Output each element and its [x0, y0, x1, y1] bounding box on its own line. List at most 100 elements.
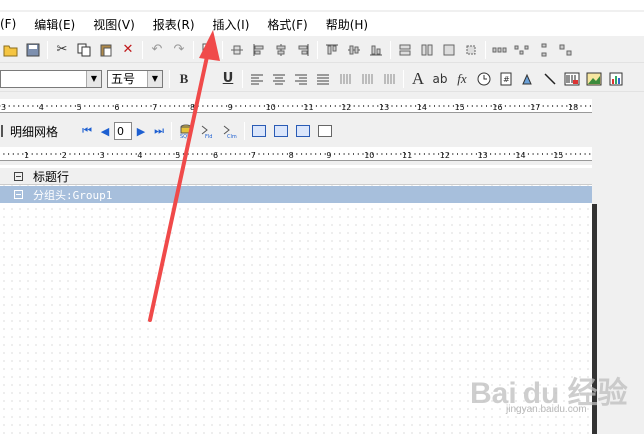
menu-help[interactable]: 帮助(H): [317, 16, 377, 33]
menu-view[interactable]: 视图(V): [84, 16, 144, 33]
ruler-tick: [201, 153, 203, 155]
ruler-tick: [325, 105, 327, 107]
ruler-tick: [202, 105, 204, 107]
copy-icon[interactable]: [74, 40, 94, 60]
sql-icon[interactable]: SQL: [176, 121, 196, 141]
space-shrink-icon[interactable]: [556, 40, 576, 60]
ruler-tick: [353, 105, 355, 107]
align-right-icon[interactable]: [293, 40, 313, 60]
clock-icon[interactable]: [474, 69, 494, 89]
insert-formula-button[interactable]: fx: [452, 69, 472, 89]
ruler-tick: [466, 153, 468, 155]
first-page-icon[interactable]: ⏮: [78, 122, 96, 140]
ruler-tick: [254, 105, 256, 107]
same-height-icon[interactable]: [417, 40, 437, 60]
ruler-tick: [547, 105, 549, 107]
undo-icon[interactable]: ↶: [147, 40, 167, 60]
menu-edit[interactable]: 编辑(E): [25, 16, 84, 33]
grid-table-icon[interactable]: [315, 121, 335, 141]
insert-text-button[interactable]: A: [408, 69, 428, 89]
page-number-icon[interactable]: #: [496, 69, 516, 89]
ruler-tick: [192, 153, 194, 155]
ruler-tick: [50, 153, 52, 155]
chevron-down-icon[interactable]: ▼: [86, 70, 101, 87]
align-top-icon[interactable]: [322, 40, 342, 60]
collapse-icon[interactable]: [14, 190, 23, 199]
paste-icon[interactable]: [96, 40, 116, 60]
ruler-label: 13: [478, 151, 488, 160]
ruler-tick: [225, 153, 227, 155]
align-middle-icon[interactable]: [344, 40, 364, 60]
next-page-icon[interactable]: ▶: [132, 122, 150, 140]
vertical-middle-icon[interactable]: [357, 69, 377, 89]
detail-grid-navbar: 明细网格 ⏮ ◀ 0 ▶ ⏭ SQL Fld Clm: [0, 119, 592, 143]
cut-icon[interactable]: ✂: [52, 40, 72, 60]
group-header-band[interactable]: 分组头:Group1: [0, 186, 592, 203]
field-icon[interactable]: Fld: [198, 121, 218, 141]
delete-icon[interactable]: ✕: [118, 40, 138, 60]
center-horizontal-icon[interactable]: [461, 40, 481, 60]
grid-style-icon[interactable]: [271, 121, 291, 141]
vertical-bottom-icon[interactable]: [379, 69, 399, 89]
align-center-icon[interactable]: [271, 40, 291, 60]
menu-file[interactable]: (F): [0, 17, 25, 31]
menu-format[interactable]: 格式(F): [258, 16, 316, 33]
insert-field-button[interactable]: ab: [430, 69, 450, 89]
title-band[interactable]: 标题行: [0, 168, 592, 185]
ruler-tick: [277, 153, 279, 155]
ruler-tick: [443, 105, 445, 107]
barcode-icon[interactable]: [562, 69, 582, 89]
ruler-tick: [438, 105, 440, 107]
svg-text:SQL: SQL: [180, 134, 190, 139]
text-align-center-icon[interactable]: [269, 69, 289, 89]
prev-page-icon[interactable]: ◀: [96, 122, 114, 140]
align-icon[interactable]: [227, 40, 247, 60]
vertical-top-icon[interactable]: [335, 69, 355, 89]
text-align-right-icon[interactable]: [291, 69, 311, 89]
text-justify-icon[interactable]: [313, 69, 333, 89]
collapse-icon[interactable]: [14, 171, 23, 181]
open-folder-icon[interactable]: [1, 40, 21, 60]
space-horizontal-icon[interactable]: [490, 40, 510, 60]
detail-grid-label: 明细网格: [0, 123, 58, 140]
ruler-tick: [74, 153, 76, 155]
line-icon[interactable]: [540, 69, 560, 89]
redo-icon[interactable]: ↷: [169, 40, 189, 60]
save-icon[interactable]: [23, 40, 43, 60]
ruler-tick: [343, 153, 345, 155]
ruler-tick: [88, 153, 90, 155]
picture-icon[interactable]: [584, 69, 604, 89]
menu-report[interactable]: 报表(R): [144, 16, 204, 33]
ruler-tick: [372, 105, 374, 107]
ruler-tick: [429, 105, 431, 107]
grid-properties-icon[interactable]: [249, 121, 269, 141]
align-left-icon[interactable]: [249, 40, 269, 60]
chart-icon[interactable]: [606, 69, 626, 89]
column-icon[interactable]: Clm: [220, 121, 240, 141]
ruler-tick: [249, 105, 251, 107]
ruler-tick: [103, 105, 105, 107]
menu-insert[interactable]: 插入(I): [204, 16, 259, 33]
italic-button[interactable]: [196, 69, 216, 89]
ruler-tick: [13, 105, 15, 107]
insert-image-icon[interactable]: [518, 69, 538, 89]
ruler-tick: [570, 153, 572, 155]
chevron-down-icon[interactable]: ▼: [147, 70, 162, 87]
print-preview-icon[interactable]: [198, 40, 218, 60]
same-width-icon[interactable]: [395, 40, 415, 60]
font-name-combo[interactable]: ▼: [0, 69, 102, 88]
font-size-combo[interactable]: 五号 ▼: [107, 69, 163, 88]
ruler-tick: [60, 105, 62, 107]
text-align-left-icon[interactable]: [247, 69, 267, 89]
last-page-icon[interactable]: ⏭: [150, 122, 168, 140]
page-number-input[interactable]: 0: [114, 122, 133, 140]
align-bottom-icon[interactable]: [366, 40, 386, 60]
grid-layout-icon[interactable]: [293, 121, 313, 141]
space-vertical-icon[interactable]: [534, 40, 554, 60]
space-equal-icon[interactable]: [512, 40, 532, 60]
ruler-tick: [315, 105, 317, 107]
bold-button[interactable]: B: [174, 69, 194, 89]
same-size-icon[interactable]: [439, 40, 459, 60]
underline-button[interactable]: U: [218, 69, 238, 89]
ruler-tick: [542, 153, 543, 155]
